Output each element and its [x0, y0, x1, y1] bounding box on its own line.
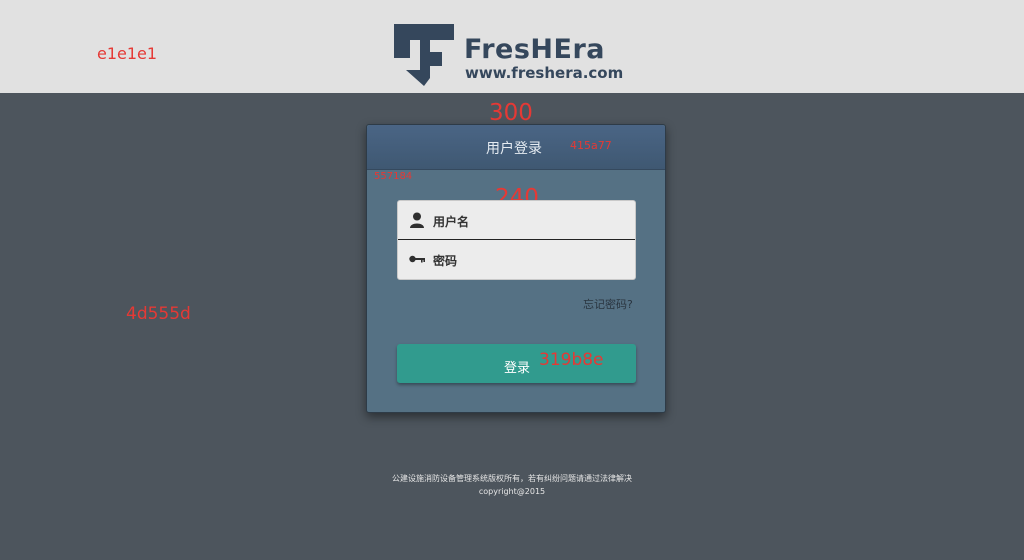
card-body-color-annotation: 557184 [374, 171, 413, 182]
brand-logo[interactable]: FresHEra www.freshera.com [392, 22, 632, 88]
top-header: e1e1e1 FresHEra www.freshera.com [0, 0, 1024, 93]
card-header-color-annotation: 415a77 [570, 139, 612, 152]
brand-url: www.freshera.com [465, 64, 624, 82]
login-button-label: 登录 [504, 361, 531, 376]
username-placeholder: 用户名 [433, 215, 470, 229]
login-card: 用户登录 415a77 557184 240 用户名 密码 忘记密码? 登录 3… [366, 124, 666, 413]
key-icon [409, 255, 425, 263]
brand-name: FresHEra [464, 34, 605, 65]
freshera-logo-icon [394, 24, 454, 86]
button-color-annotation: 319b8e [539, 350, 604, 370]
login-title: 用户登录 [486, 141, 542, 157]
user-icon [410, 212, 424, 228]
card-width-annotation: 300 [489, 100, 533, 126]
footer-copyright: copyright@2015 [478, 487, 546, 496]
login-button[interactable]: 登录 319b8e [397, 344, 636, 383]
username-field[interactable]: 用户名 [398, 201, 635, 240]
password-field[interactable]: 密码 [398, 240, 635, 278]
footer-rights: 公建设施消防设备管理系统版权所有，若有纠纷问题请通过法律解决 [392, 474, 632, 483]
header-color-annotation: e1e1e1 [97, 44, 158, 63]
password-placeholder: 密码 [433, 254, 458, 268]
body-color-annotation: 4d555d [126, 304, 191, 324]
credential-fields: 用户名 密码 [397, 200, 636, 280]
login-card-header: 用户登录 415a77 [367, 125, 665, 170]
forgot-password-link[interactable]: 忘记密码? [583, 296, 633, 312]
